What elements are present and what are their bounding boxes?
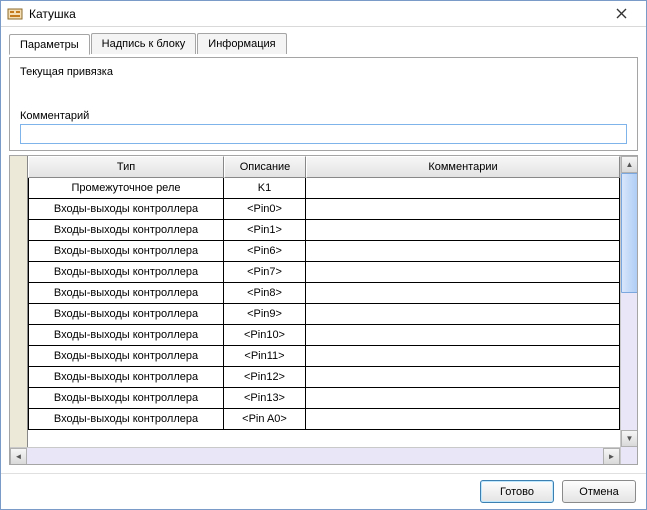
cell-comm <box>306 325 620 346</box>
window-title: Катушка <box>29 7 602 21</box>
dialog-window: Катушка Параметры Надпись к блоку Информ… <box>0 0 647 510</box>
scroll-left-icon[interactable]: ◄ <box>10 448 27 465</box>
binding-value <box>20 80 627 96</box>
cell-desc: <Pin12> <box>224 367 306 388</box>
binding-label: Текущая привязка <box>20 66 627 78</box>
scroll-right-icon[interactable]: ► <box>603 448 620 465</box>
grid-container: Тип Описание Комментарии Промежуточное р… <box>9 155 638 465</box>
cancel-button[interactable]: Отмена <box>562 480 636 503</box>
horizontal-scrollbar[interactable]: ◄ ► <box>10 447 620 464</box>
comment-input[interactable] <box>20 124 627 144</box>
scroll-up-icon[interactable]: ▲ <box>621 156 638 173</box>
titlebar: Катушка <box>1 1 646 27</box>
cell-desc: <Pin1> <box>224 220 306 241</box>
scroll-thumb[interactable] <box>621 173 638 293</box>
cell-desc: <Pin0> <box>224 199 306 220</box>
cell-comm <box>306 388 620 409</box>
table-row[interactable]: Входы-выходы контроллера<Pin7> <box>28 262 620 283</box>
cell-type: Входы-выходы контроллера <box>28 409 224 430</box>
cell-type: Входы-выходы контроллера <box>28 367 224 388</box>
cell-desc: <Pin8> <box>224 283 306 304</box>
grid-main: Тип Описание Комментарии Промежуточное р… <box>28 156 620 464</box>
col-header-desc[interactable]: Описание <box>224 156 306 178</box>
grid-body: Промежуточное релеK1Входы-выходы контрол… <box>28 178 620 430</box>
tab-strip: Параметры Надпись к блоку Информация <box>9 33 638 54</box>
cell-type: Входы-выходы контроллера <box>28 199 224 220</box>
table-row[interactable]: Входы-выходы контроллера<Pin9> <box>28 304 620 325</box>
tab-parameters[interactable]: Параметры <box>9 34 90 55</box>
cell-type: Входы-выходы контроллера <box>28 241 224 262</box>
table-row[interactable]: Входы-выходы контроллера<Pin6> <box>28 241 620 262</box>
table-row[interactable]: Входы-выходы контроллера<Pin13> <box>28 388 620 409</box>
cell-type: Входы-выходы контроллера <box>28 283 224 304</box>
col-header-type[interactable]: Тип <box>28 156 224 178</box>
cell-comm <box>306 178 620 199</box>
cell-comm <box>306 304 620 325</box>
scroll-down-icon[interactable]: ▼ <box>621 430 638 447</box>
table-row[interactable]: Входы-выходы контроллера<Pin12> <box>28 367 620 388</box>
table-row[interactable]: Входы-выходы контроллера<Pin0> <box>28 199 620 220</box>
vertical-scrollbar[interactable]: ▲ ▼ <box>620 156 637 464</box>
table-row[interactable]: Входы-выходы контроллера<Pin8> <box>28 283 620 304</box>
cell-desc: <Pin9> <box>224 304 306 325</box>
col-header-comm[interactable]: Комментарии <box>306 156 620 178</box>
cell-type: Входы-выходы контроллера <box>28 346 224 367</box>
cell-comm <box>306 283 620 304</box>
cell-desc: <Pin11> <box>224 346 306 367</box>
cell-desc: <Pin7> <box>224 262 306 283</box>
content-area: Параметры Надпись к блоку Информация Тек… <box>1 27 646 473</box>
cell-comm <box>306 367 620 388</box>
cell-type: Входы-выходы контроллера <box>28 262 224 283</box>
comment-label: Комментарий <box>20 110 89 122</box>
cell-desc: K1 <box>224 178 306 199</box>
cell-comm <box>306 346 620 367</box>
cell-type: Входы-выходы контроллера <box>28 304 224 325</box>
cell-comm <box>306 199 620 220</box>
close-icon <box>616 8 627 19</box>
grid-corner <box>10 156 28 464</box>
table-row[interactable]: Входы-выходы контроллера<Pin A0> <box>28 409 620 430</box>
table-row[interactable]: Входы-выходы контроллера<Pin1> <box>28 220 620 241</box>
cell-comm <box>306 262 620 283</box>
tab-body: Текущая привязка Комментарий <box>9 57 638 151</box>
cell-comm <box>306 409 620 430</box>
tab-info[interactable]: Информация <box>197 33 286 54</box>
cell-desc: <Pin13> <box>224 388 306 409</box>
cell-type: Входы-выходы контроллера <box>28 325 224 346</box>
tab-block-label[interactable]: Надпись к блоку <box>91 33 197 54</box>
cell-desc: <Pin A0> <box>224 409 306 430</box>
button-bar: Готово Отмена <box>1 473 646 509</box>
cell-type: Входы-выходы контроллера <box>28 220 224 241</box>
cell-type: Входы-выходы контроллера <box>28 388 224 409</box>
app-icon <box>7 6 23 22</box>
cell-desc: <Pin10> <box>224 325 306 346</box>
close-button[interactable] <box>602 4 640 24</box>
table-row[interactable]: Промежуточное релеK1 <box>28 178 620 199</box>
cell-comm <box>306 241 620 262</box>
cell-desc: <Pin6> <box>224 241 306 262</box>
table-row[interactable]: Входы-выходы контроллера<Pin10> <box>28 325 620 346</box>
cell-comm <box>306 220 620 241</box>
table-row[interactable]: Входы-выходы контроллера<Pin11> <box>28 346 620 367</box>
cell-type: Промежуточное реле <box>28 178 224 199</box>
ok-button[interactable]: Готово <box>480 480 554 503</box>
grid-header: Тип Описание Комментарии <box>28 156 620 178</box>
